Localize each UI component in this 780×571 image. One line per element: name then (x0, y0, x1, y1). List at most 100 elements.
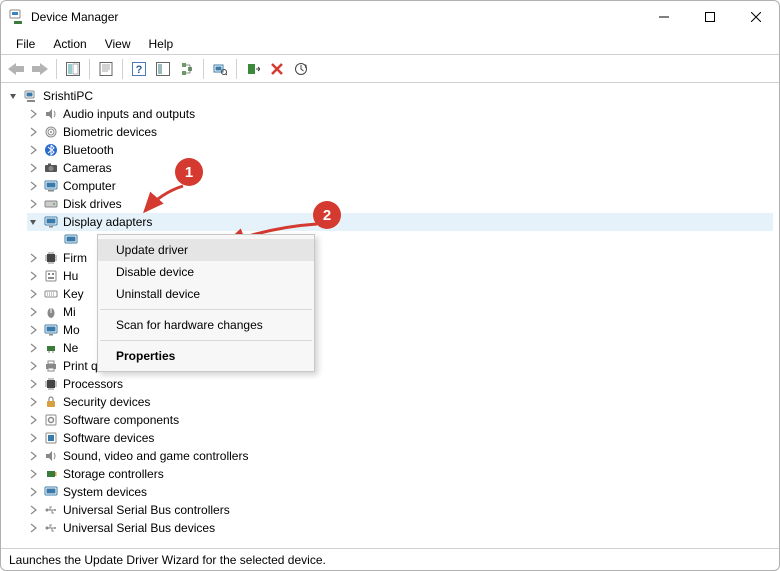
chevron-right-icon[interactable] (27, 486, 39, 498)
category-software-components[interactable]: Software components (27, 411, 773, 429)
bluetooth-icon (43, 142, 59, 158)
biometric-icon (43, 124, 59, 140)
camera-icon (43, 160, 59, 176)
devices-by-connection-button[interactable] (176, 58, 198, 80)
svg-text:?: ? (136, 64, 143, 76)
chevron-right-icon[interactable] (27, 450, 39, 462)
context-properties[interactable]: Properties (98, 345, 314, 367)
chevron-right-icon[interactable] (27, 378, 39, 390)
menu-action[interactable]: Action (44, 35, 95, 53)
context-separator (100, 340, 312, 341)
chevron-right-icon[interactable] (27, 324, 39, 336)
usb-icon (43, 520, 59, 536)
context-menu: Update driver Disable device Uninstall d… (97, 234, 315, 372)
menu-file[interactable]: File (7, 35, 44, 53)
titlebar: Device Manager (1, 1, 779, 33)
toolbar: ? (1, 55, 779, 83)
sound-icon (43, 448, 59, 464)
category-software-devices[interactable]: Software devices (27, 429, 773, 447)
chevron-right-icon[interactable] (27, 342, 39, 354)
annotation-2-circle: 2 (313, 201, 341, 229)
display-adapter-icon (43, 214, 59, 230)
chevron-right-icon[interactable] (27, 468, 39, 480)
chip-icon (43, 250, 59, 266)
network-icon (43, 340, 59, 356)
category-storage[interactable]: Storage controllers (27, 465, 773, 483)
chevron-right-icon[interactable] (27, 126, 39, 138)
category-usb-devices[interactable]: Universal Serial Bus devices (27, 519, 773, 537)
annotation-1-arrow (139, 183, 189, 217)
computer-icon (43, 178, 59, 194)
chevron-right-icon[interactable] (27, 396, 39, 408)
view-button[interactable] (152, 58, 174, 80)
window-title: Device Manager (31, 10, 118, 24)
context-scan-hardware[interactable]: Scan for hardware changes (98, 314, 314, 336)
window-controls (641, 1, 779, 33)
usb-icon (43, 502, 59, 518)
statusbar: Launches the Update Driver Wizard for th… (1, 548, 779, 570)
help-toolbar-button[interactable]: ? (128, 58, 150, 80)
chevron-right-icon[interactable] (27, 252, 39, 264)
properties-toolbar-button[interactable] (95, 58, 117, 80)
category-cameras[interactable]: Cameras (27, 159, 773, 177)
processor-icon (43, 376, 59, 392)
security-icon (43, 394, 59, 410)
tree-area: SrishtiPC Audio inputs and outputs Biome… (1, 83, 779, 548)
app-icon (9, 9, 25, 25)
menu-view[interactable]: View (96, 35, 140, 53)
chevron-right-icon[interactable] (27, 504, 39, 516)
category-system-devices[interactable]: System devices (27, 483, 773, 501)
tree-root-node[interactable]: SrishtiPC (7, 87, 773, 105)
category-audio[interactable]: Audio inputs and outputs (27, 105, 773, 123)
chevron-right-icon[interactable] (27, 306, 39, 318)
root-label: SrishtiPC (43, 87, 93, 105)
close-button[interactable] (733, 1, 779, 33)
system-icon (43, 484, 59, 500)
category-processors[interactable]: Processors (27, 375, 773, 393)
chevron-right-icon[interactable] (27, 270, 39, 282)
chevron-right-icon[interactable] (27, 432, 39, 444)
disk-icon (43, 196, 59, 212)
chevron-down-icon[interactable] (7, 90, 19, 102)
display-adapter-icon (63, 232, 79, 248)
keyboard-icon (43, 286, 59, 302)
chevron-right-icon[interactable] (27, 162, 39, 174)
category-bluetooth[interactable]: Bluetooth (27, 141, 773, 159)
context-disable-device[interactable]: Disable device (98, 261, 314, 283)
category-usb-controllers[interactable]: Universal Serial Bus controllers (27, 501, 773, 519)
scan-hardware-toolbar-button[interactable] (209, 58, 231, 80)
software-component-icon (43, 412, 59, 428)
chevron-right-icon[interactable] (27, 108, 39, 120)
chevron-down-icon[interactable] (27, 216, 39, 228)
printer-icon (43, 358, 59, 374)
mouse-icon (43, 304, 59, 320)
chevron-right-icon[interactable] (27, 414, 39, 426)
context-uninstall-device[interactable]: Uninstall device (98, 283, 314, 305)
uninstall-device-toolbar-button[interactable] (266, 58, 288, 80)
show-hide-tree-button[interactable] (62, 58, 84, 80)
category-sound[interactable]: Sound, video and game controllers (27, 447, 773, 465)
chevron-right-icon[interactable] (27, 144, 39, 156)
menu-help[interactable]: Help (140, 35, 183, 53)
chevron-right-icon[interactable] (27, 522, 39, 534)
minimize-button[interactable] (641, 1, 687, 33)
category-biometric[interactable]: Biometric devices (27, 123, 773, 141)
chevron-right-icon[interactable] (27, 288, 39, 300)
annotation-1-circle: 1 (175, 158, 203, 186)
hid-icon (43, 268, 59, 284)
context-update-driver[interactable]: Update driver (98, 239, 314, 261)
update-driver-toolbar-button[interactable] (290, 58, 312, 80)
software-device-icon (43, 430, 59, 446)
window: Device Manager File Action View Help ? (0, 0, 780, 571)
forward-button[interactable] (29, 58, 51, 80)
chevron-right-icon[interactable] (27, 180, 39, 192)
context-separator (100, 309, 312, 310)
enable-device-toolbar-button[interactable] (242, 58, 264, 80)
statusbar-text: Launches the Update Driver Wizard for th… (9, 553, 326, 567)
chevron-right-icon[interactable] (27, 360, 39, 372)
category-security[interactable]: Security devices (27, 393, 773, 411)
storage-icon (43, 466, 59, 482)
chevron-right-icon[interactable] (27, 198, 39, 210)
back-button[interactable] (5, 58, 27, 80)
maximize-button[interactable] (687, 1, 733, 33)
